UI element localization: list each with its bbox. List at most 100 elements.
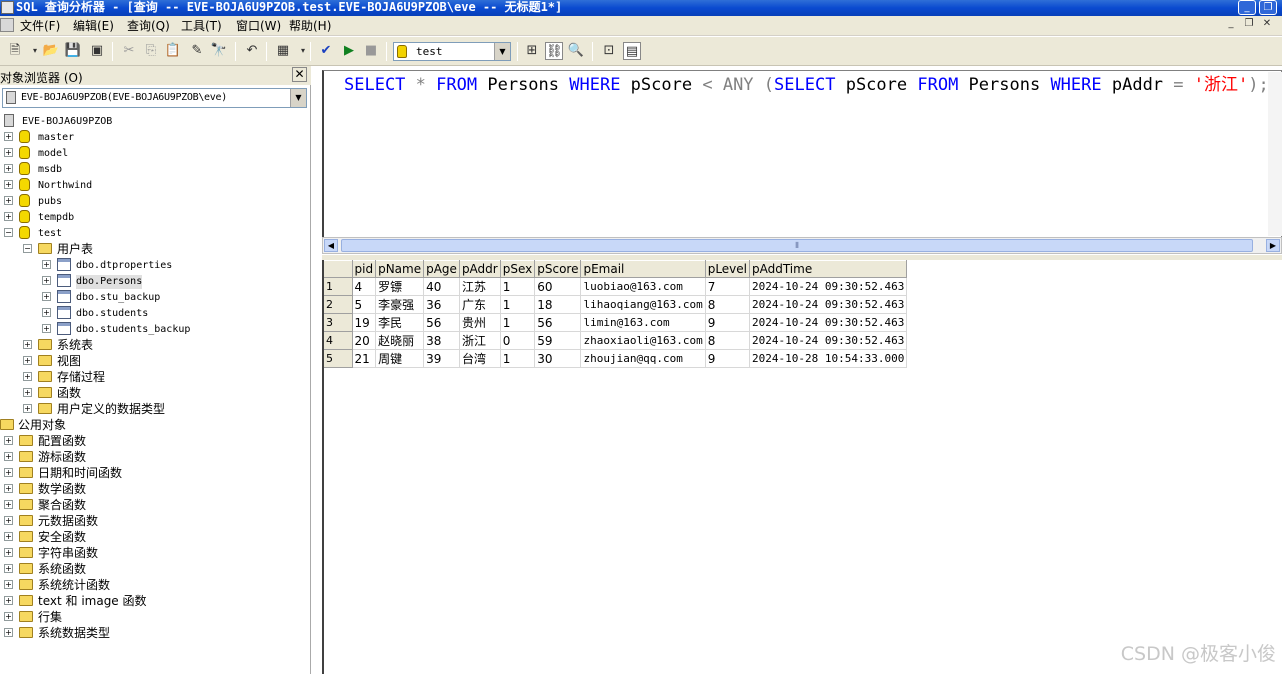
table-cell[interactable]: 40 <box>423 277 460 296</box>
table-cell[interactable]: 2024-10-28 10:54:33.000 <box>749 349 908 368</box>
expand-icon[interactable]: + <box>23 404 32 413</box>
query-editor[interactable]: SELECT * FROM Persons WHERE pScore < ANY… <box>322 70 1282 252</box>
column-header[interactable]: pAge <box>423 260 460 278</box>
parse-query-icon[interactable]: ✔ <box>317 42 335 60</box>
table-cell[interactable]: 罗镖 <box>375 277 425 296</box>
chevron-down-icon[interactable]: ▼ <box>290 89 306 107</box>
expand-icon[interactable]: + <box>4 436 13 445</box>
expand-icon[interactable]: + <box>4 164 13 173</box>
expand-icon[interactable]: + <box>4 180 13 189</box>
column-header[interactable]: pAddr <box>459 260 501 278</box>
column-header[interactable]: pid <box>352 260 377 278</box>
row-number[interactable]: 5 <box>324 349 353 368</box>
find-icon[interactable]: 🔭 <box>210 42 228 60</box>
editor-vertical-scrollbar[interactable] <box>1268 72 1282 236</box>
table-cell[interactable]: 60 <box>534 277 582 296</box>
index-tuning-icon[interactable]: 🔍 <box>567 42 585 60</box>
expand-icon[interactable]: + <box>23 388 32 397</box>
expand-icon[interactable]: + <box>4 612 13 621</box>
table-cell[interactable]: 贵州 <box>459 313 501 332</box>
scroll-left-icon[interactable]: ◀ <box>324 239 338 252</box>
table-cell[interactable]: luobiao@163.com <box>580 277 706 296</box>
expand-icon[interactable]: + <box>4 596 13 605</box>
column-header[interactable]: pSex <box>500 260 536 278</box>
table-cell[interactable]: 56 <box>534 313 582 332</box>
table-cell[interactable]: 21 <box>352 349 377 368</box>
table-cell[interactable]: 8 <box>705 331 751 350</box>
expand-icon[interactable]: + <box>42 308 51 317</box>
execute-icon[interactable]: ▶ <box>340 42 358 60</box>
table-cell[interactable]: 1 <box>500 277 536 296</box>
undo-icon[interactable]: ↶ <box>243 42 261 60</box>
cut-icon[interactable]: ✂ <box>120 42 138 60</box>
expand-icon[interactable]: + <box>4 580 13 589</box>
open-icon[interactable]: 📂 <box>42 42 60 60</box>
table-cell[interactable]: 36 <box>423 295 460 314</box>
collapse-icon[interactable]: − <box>23 244 32 253</box>
database-select[interactable]: test ▼ <box>393 42 511 61</box>
expand-icon[interactable]: + <box>42 324 51 333</box>
expand-icon[interactable]: + <box>4 196 13 205</box>
table-cell[interactable]: 2024-10-24 09:30:52.463 <box>749 277 908 296</box>
table-cell[interactable]: zhaoxiaoli@163.com <box>580 331 706 350</box>
table-row[interactable]: 2 5 李豪强 36 广东 1 18 lihaoqiang@163.com 8 2024-10-2… <box>324 295 908 314</box>
menu-file[interactable]: 文件(F) <box>20 18 60 34</box>
paste-icon[interactable]: 📋 <box>164 42 182 60</box>
expand-icon[interactable]: + <box>4 564 13 573</box>
row-number[interactable]: 2 <box>324 295 353 314</box>
close-icon[interactable]: ✕ <box>292 67 307 82</box>
column-header[interactable]: pScore <box>534 260 582 278</box>
table-cell[interactable]: 赵晓丽 <box>375 331 425 350</box>
row-number[interactable]: 4 <box>324 331 353 350</box>
chevron-down-icon[interactable]: ▼ <box>494 43 510 60</box>
collapse-icon[interactable]: − <box>4 228 13 237</box>
expand-icon[interactable]: + <box>4 500 13 509</box>
expand-icon[interactable]: + <box>4 628 13 637</box>
menu-tools[interactable]: 工具(T) <box>181 18 222 34</box>
table-cell[interactable]: 18 <box>534 295 582 314</box>
table-cell[interactable]: 江苏 <box>459 277 501 296</box>
minimize-button[interactable]: _ <box>1238 0 1256 15</box>
table-cell[interactable]: 19 <box>352 313 377 332</box>
expand-icon[interactable]: + <box>4 148 13 157</box>
menu-window[interactable]: 窗口(W) <box>236 18 281 34</box>
clear-window-icon[interactable]: ✎ <box>188 42 206 60</box>
restore-button[interactable]: ❐ <box>1259 0 1277 15</box>
object-browser-toggle-icon[interactable]: ⊡ <box>600 42 618 60</box>
document-icon[interactable] <box>0 18 14 32</box>
table-cell[interactable]: limin@163.com <box>580 313 706 332</box>
insert-template-icon[interactable]: ▣ <box>88 42 106 60</box>
results-grid-icon[interactable]: ▦ <box>274 42 292 60</box>
table-row[interactable]: 5 21 周键 39 台湾 1 30 zhoujian@qq.com 9 2024-10-28 1… <box>324 349 908 368</box>
table-cell[interactable]: 4 <box>352 277 377 296</box>
row-number[interactable]: 1 <box>324 277 353 296</box>
table-cell[interactable]: 59 <box>534 331 582 350</box>
menu-edit[interactable]: 编辑(E) <box>73 18 114 34</box>
table-cell[interactable]: 李民 <box>375 313 425 332</box>
table-cell[interactable]: 39 <box>423 349 460 368</box>
editor-horizontal-scrollbar[interactable]: ◀ ⦀ ▶ <box>322 237 1282 254</box>
results-pane-toggle-icon[interactable]: ▤ <box>623 42 641 60</box>
scrollbar-thumb[interactable]: ⦀ <box>341 239 1253 252</box>
mdi-close-icon[interactable]: ✕ <box>1260 18 1274 32</box>
expand-icon[interactable]: + <box>42 292 51 301</box>
table-cell[interactable]: 1 <box>500 313 536 332</box>
table-cell[interactable]: 浙江 <box>459 331 501 350</box>
table-cell[interactable]: 30 <box>534 349 582 368</box>
expand-icon[interactable]: + <box>4 548 13 557</box>
expand-icon[interactable]: + <box>4 212 13 221</box>
scroll-right-icon[interactable]: ▶ <box>1266 239 1280 252</box>
table-cell[interactable]: 周键 <box>375 349 425 368</box>
table-cell[interactable]: 9 <box>705 349 751 368</box>
table-cell[interactable]: 广东 <box>459 295 501 314</box>
expand-icon[interactable]: + <box>4 468 13 477</box>
table-row[interactable]: 4 20 赵晓丽 38 浙江 0 59 zhaoxiaoli@163.com 8 2024-10-… <box>324 331 908 350</box>
show-execution-plan-icon[interactable]: ⛓ <box>545 42 563 60</box>
results-grid[interactable]: pid pName pAge pAddr pSex pScore pEmail pLevel p… <box>324 260 908 368</box>
save-icon[interactable]: 💾 <box>64 42 82 60</box>
expand-icon[interactable]: + <box>42 260 51 269</box>
menu-help[interactable]: 帮助(H) <box>289 18 331 34</box>
table-cell[interactable]: 8 <box>705 295 751 314</box>
column-header[interactable]: pEmail <box>580 260 706 278</box>
expand-icon[interactable]: + <box>4 132 13 141</box>
